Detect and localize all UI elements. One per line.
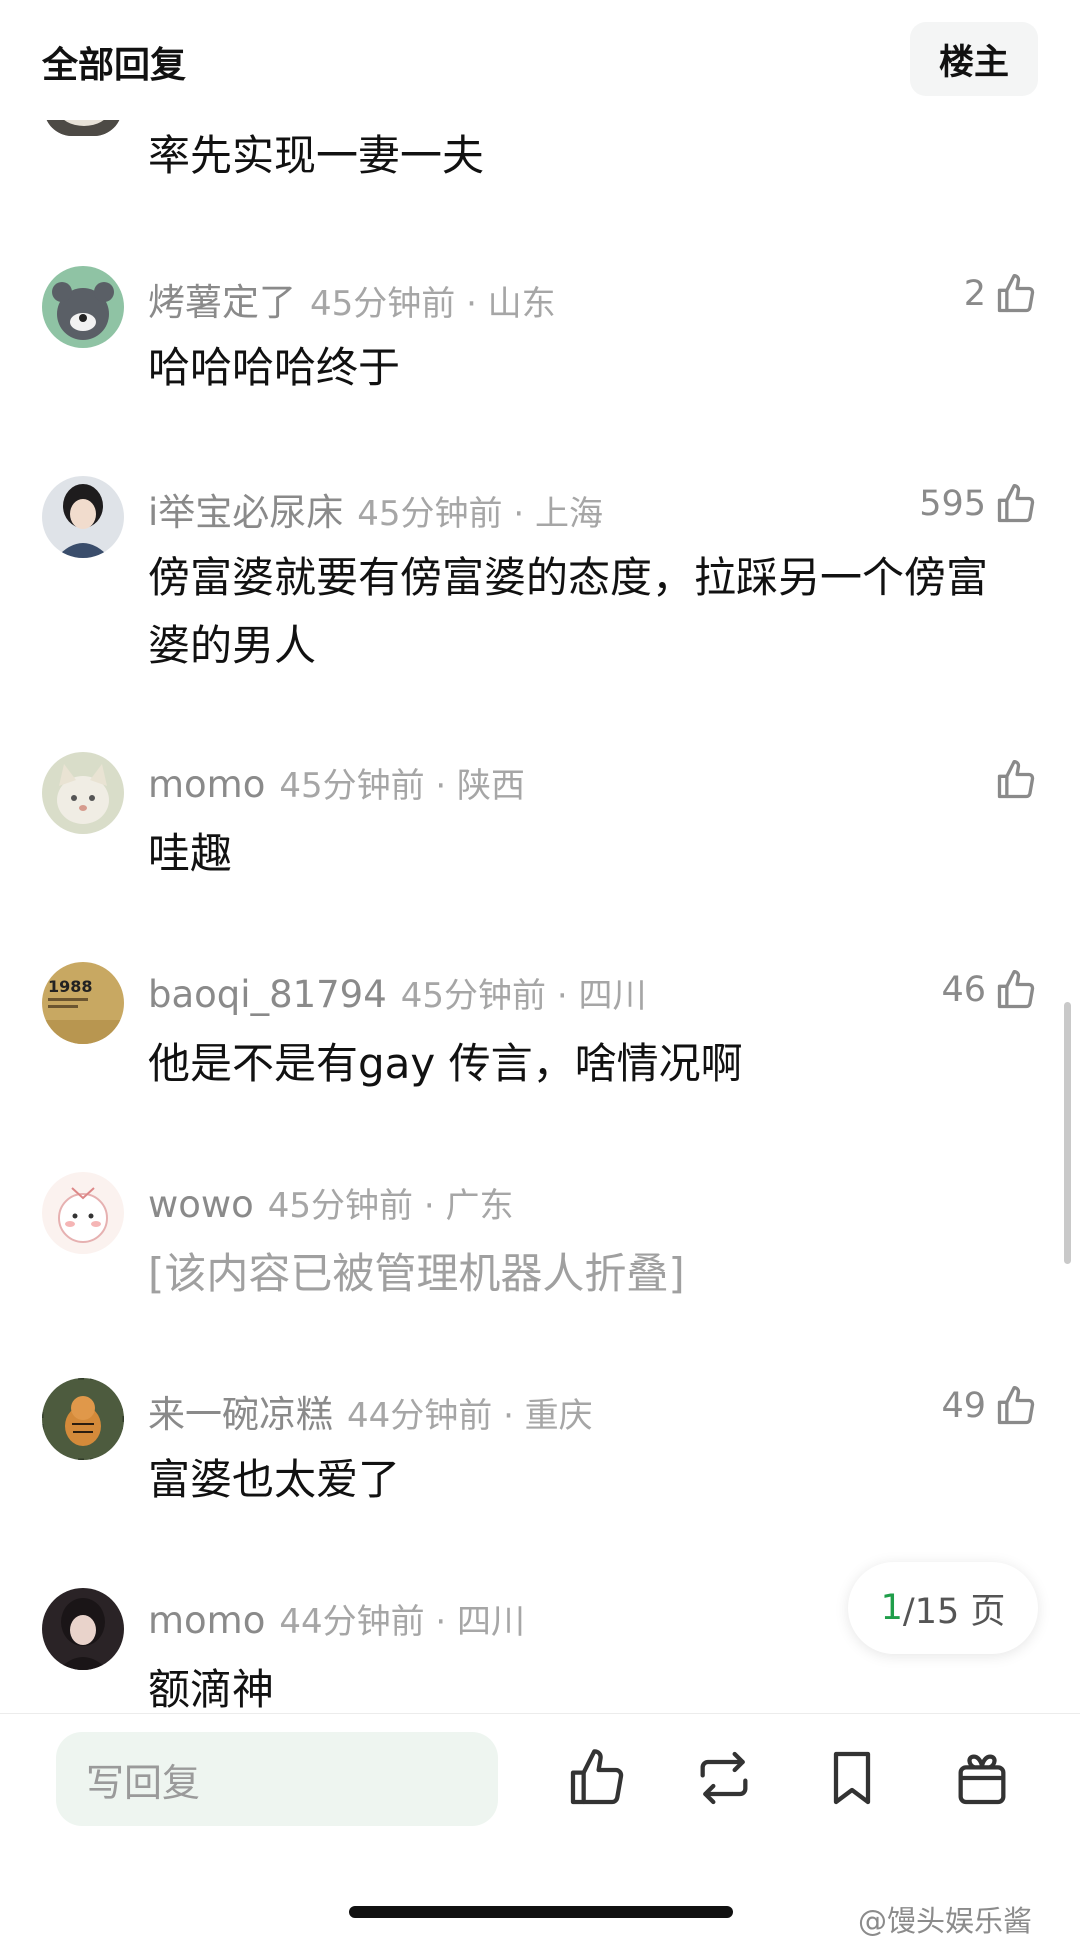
avatar[interactable] xyxy=(42,1378,124,1460)
username[interactable]: baoqi_81794 xyxy=(148,973,387,1016)
owner-only-button[interactable]: 楼主 xyxy=(910,22,1038,96)
comment-time-location: 45分钟前 · 陕西 xyxy=(279,766,526,806)
header-bar: 全部回复 楼主 xyxy=(0,0,1080,120)
folded-comment-notice[interactable]: [该内容已被管理机器人折叠] xyxy=(148,1240,1028,1308)
bottom-action-bar: 写回复 @馒头娱乐酱 xyxy=(0,1713,1080,1943)
watermark: @馒头娱乐酱 xyxy=(858,1904,1033,1938)
comment-time-location: 44分钟前 · 重庆 xyxy=(347,1396,593,1436)
scrollbar[interactable] xyxy=(1064,1002,1071,1264)
total-pages: /15 页 xyxy=(902,1591,1006,1632)
avatar[interactable] xyxy=(42,266,124,348)
comment-time-location: 45分钟前 · 四川 xyxy=(400,976,647,1016)
thumbs-up-icon xyxy=(994,968,1038,1012)
page-title: 全部回复 xyxy=(42,45,187,86)
comment-time-location: 44分钟前 · 四川 xyxy=(279,1602,526,1642)
comment-text: 哇趣 xyxy=(148,829,233,878)
comment-time-location: 45分钟前 · 山东 xyxy=(310,284,556,324)
gift-icon[interactable] xyxy=(950,1746,1014,1810)
home-indicator xyxy=(349,1906,733,1918)
avatar-badge-text: 1988 xyxy=(48,977,93,996)
comment-text: 傍富婆就要有傍富婆的态度，拉踩另一个傍富婆的男人 xyxy=(148,553,989,670)
comment-text: 率先实现一妻一夫 xyxy=(148,131,485,180)
like-count: 595 xyxy=(919,484,986,524)
avatar[interactable] xyxy=(42,476,124,558)
like-count: 2 xyxy=(963,274,986,314)
like-button[interactable]: 2 xyxy=(964,266,1038,322)
like-count: 49 xyxy=(941,1386,986,1426)
repost-icon[interactable] xyxy=(692,1746,756,1810)
thumbs-up-icon xyxy=(994,758,1038,802)
reply-input[interactable]: 写回复 xyxy=(56,1732,498,1826)
like-button[interactable] xyxy=(986,752,1038,808)
username[interactable]: wowo xyxy=(148,1183,254,1226)
comment-text: 哈哈哈哈终于 xyxy=(148,343,401,392)
avatar[interactable] xyxy=(42,1172,124,1254)
username[interactable]: momo xyxy=(148,763,265,806)
pagination-indicator[interactable]: 1/15 页 xyxy=(848,1562,1038,1654)
like-button[interactable]: 46 xyxy=(941,962,1038,1018)
avatar[interactable]: 1988 xyxy=(42,962,124,1044)
avatar[interactable] xyxy=(42,1588,124,1670)
comment-time-location: 45分钟前 · 广东 xyxy=(267,1186,514,1226)
comment-time-location: 45分钟前 · 上海 xyxy=(357,494,603,534)
thumbs-up-icon xyxy=(994,1384,1038,1428)
current-page: 1 xyxy=(880,1588,903,1628)
username[interactable]: 来一碗凉糕 xyxy=(148,1393,333,1436)
like-button[interactable]: 49 xyxy=(941,1378,1038,1434)
username[interactable]: i举宝必尿床 xyxy=(148,491,343,534)
thumbs-up-icon xyxy=(994,482,1038,526)
username[interactable]: 烤薯定了 xyxy=(148,281,296,324)
avatar[interactable] xyxy=(42,752,124,834)
username[interactable]: momo xyxy=(148,1599,265,1642)
thumbs-up-icon[interactable] xyxy=(565,1746,629,1810)
thumbs-up-icon xyxy=(994,272,1038,316)
comment-text: 富婆也太爱了 xyxy=(148,1455,401,1504)
like-count: 46 xyxy=(941,970,986,1010)
bookmark-icon[interactable] xyxy=(820,1746,884,1810)
comment-text: 他是不是有gay 传言，啥情况啊 xyxy=(148,1039,743,1088)
like-button[interactable]: 595 xyxy=(919,476,1038,532)
